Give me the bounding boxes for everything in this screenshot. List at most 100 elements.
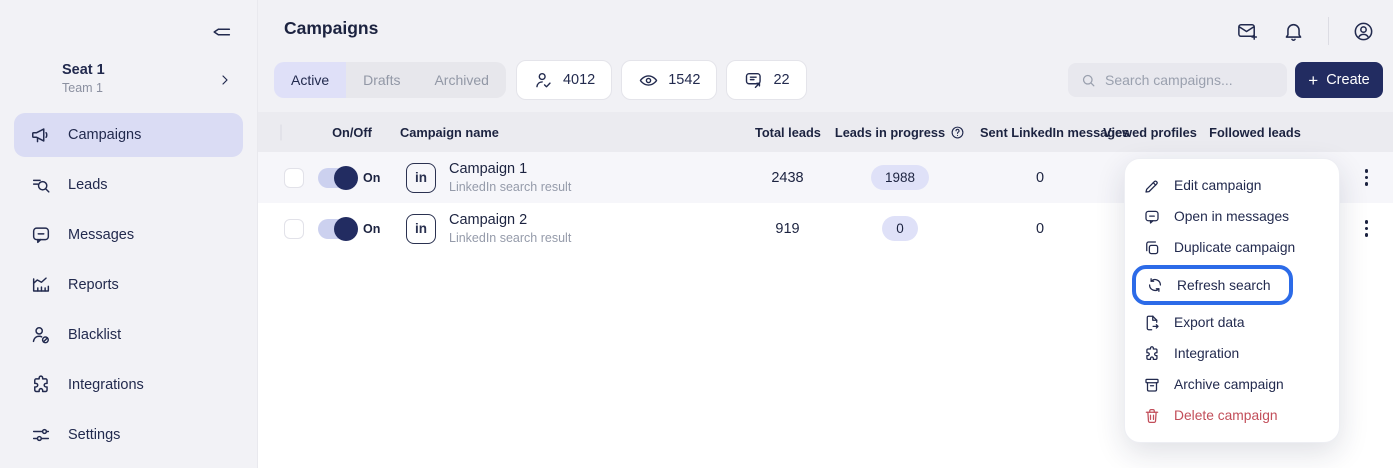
search-icon [1080, 72, 1097, 89]
sidebar-item-reports[interactable]: Reports [14, 263, 243, 307]
copy-icon [1143, 239, 1161, 257]
eye-icon [638, 70, 659, 91]
stat-value: 1542 [668, 72, 700, 88]
menu-item-archive-campaign[interactable]: Archive campaign [1125, 369, 1339, 400]
search-campaigns-box [1068, 63, 1287, 97]
stat-value: 4012 [563, 72, 595, 88]
sidebar-item-label: Messages [68, 227, 134, 243]
total-leads-value: 919 [755, 221, 820, 237]
menu-item-label: Refresh search [1177, 278, 1271, 293]
refresh-icon [1146, 276, 1164, 294]
trash-icon [1143, 407, 1161, 425]
help-question-icon[interactable] [950, 125, 965, 140]
campaigns-toolbar: Active Drafts Archived 4012 1542 [258, 60, 1393, 100]
search-list-icon [30, 174, 52, 196]
menu-item-label: Archive campaign [1174, 377, 1284, 392]
sidebar-item-label: Integrations [68, 377, 144, 393]
menu-item-export-data[interactable]: Export data [1125, 307, 1339, 338]
linkedin-icon: in [406, 214, 436, 244]
menu-item-label: Open in messages [1174, 209, 1289, 224]
create-button-label: Create [1326, 72, 1370, 88]
sidebar-item-blacklist[interactable]: Blacklist [14, 313, 243, 357]
menu-item-open-in-messages[interactable]: Open in messages [1125, 201, 1339, 232]
tab-label: Active [291, 72, 329, 88]
column-header-total-leads: Total leads [755, 125, 820, 140]
sidebar-item-leads[interactable]: Leads [14, 163, 243, 207]
message-out-icon [743, 70, 764, 91]
sidebar: Seat 1 Team 1 Campaigns Leads [0, 0, 258, 468]
menu-item-label: Integration [1174, 346, 1239, 361]
puzzle-icon [30, 374, 52, 396]
pencil-icon [1143, 177, 1161, 195]
stat-value: 22 [773, 72, 789, 88]
tab-archived[interactable]: Archived [417, 62, 505, 98]
column-header-viewed-profiles: Viewed profiles [1100, 125, 1200, 140]
leads-in-progress-badge: 0 [882, 216, 918, 241]
row-actions-kebab-icon[interactable] [1359, 163, 1375, 192]
user-blocked-icon [30, 324, 52, 346]
stat-chip-views[interactable]: 1542 [621, 60, 717, 100]
chat-bubble-icon [1143, 208, 1161, 226]
sidebar-item-integrations[interactable]: Integrations [14, 363, 243, 407]
app-window: Seat 1 Team 1 Campaigns Leads [0, 0, 1393, 468]
menu-item-integration[interactable]: Integration [1125, 338, 1339, 369]
stat-chips: 4012 1542 22 [516, 60, 807, 100]
tab-label: Drafts [363, 72, 400, 88]
tab-active[interactable]: Active [274, 62, 346, 98]
sidebar-item-campaigns[interactable]: Campaigns [14, 113, 243, 157]
row-checkbox[interactable] [284, 219, 304, 239]
menu-item-label: Edit campaign [1174, 178, 1261, 193]
stat-chip-leads[interactable]: 4012 [516, 60, 612, 100]
row-checkbox[interactable] [284, 168, 304, 188]
campaign-name[interactable]: Campaign 1 [449, 161, 571, 177]
sent-messages-value: 0 [980, 221, 1100, 237]
toggle-knob [334, 217, 358, 241]
sidebar-item-messages[interactable]: Messages [14, 213, 243, 257]
header-divider [1328, 17, 1329, 45]
chat-bubble-icon [30, 224, 52, 246]
profile-avatar-icon[interactable] [1352, 20, 1375, 43]
tab-drafts[interactable]: Drafts [346, 62, 417, 98]
toggle-state-label: On [363, 222, 380, 236]
seat-switcher[interactable]: Seat 1 Team 1 [62, 62, 241, 95]
column-header-onoff: On/Off [304, 125, 400, 140]
leads-in-progress-badge: 1988 [871, 165, 929, 190]
menu-item-refresh-search[interactable]: Refresh search [1136, 269, 1289, 301]
seat-title: Seat 1 [62, 62, 241, 78]
chart-icon [30, 274, 52, 296]
collapse-sidebar-button[interactable] [209, 19, 235, 45]
page-title: Campaigns [284, 18, 378, 39]
campaign-toggle[interactable] [318, 168, 356, 188]
table-header-row: On/Off Campaign name Total leads Leads i… [258, 112, 1393, 152]
export-file-icon [1143, 314, 1161, 332]
sidebar-item-label: Blacklist [68, 327, 121, 343]
menu-item-duplicate-campaign[interactable]: Duplicate campaign [1125, 232, 1339, 263]
new-message-icon[interactable] [1236, 20, 1259, 43]
sidebar-item-settings[interactable]: Settings [14, 413, 243, 457]
column-header-leads-in-progress: Leads in progress [835, 125, 945, 140]
campaign-toggle[interactable] [318, 219, 356, 239]
sent-messages-value: 0 [980, 170, 1100, 186]
tab-label: Archived [434, 72, 488, 88]
row-actions-kebab-icon[interactable] [1359, 214, 1375, 243]
sidebar-item-label: Settings [68, 427, 120, 443]
menu-item-delete-campaign[interactable]: Delete campaign [1125, 400, 1339, 431]
chevron-right-icon[interactable] [217, 72, 233, 88]
sidebar-item-label: Leads [68, 177, 108, 193]
campaign-name[interactable]: Campaign 2 [449, 212, 571, 228]
menu-item-edit-campaign[interactable]: Edit campaign [1125, 170, 1339, 201]
search-campaigns-input[interactable] [1105, 72, 1275, 88]
collapse-sidebar-icon [211, 21, 233, 43]
stat-chip-messages[interactable]: 22 [726, 60, 806, 100]
column-header-followed-leads: Followed leads [1200, 125, 1310, 140]
notifications-bell-icon[interactable] [1282, 20, 1305, 43]
sidebar-nav: Campaigns Leads Messages Reports [0, 110, 257, 460]
sidebar-item-label: Campaigns [68, 127, 141, 143]
seat-subtitle: Team 1 [62, 81, 241, 95]
megaphone-icon [30, 124, 52, 146]
create-campaign-button[interactable]: + Create [1295, 62, 1383, 98]
select-all-checkbox[interactable] [280, 124, 282, 141]
column-header-campaign-name: Campaign name [400, 125, 755, 140]
status-tabs: Active Drafts Archived [274, 62, 506, 98]
menu-item-label: Export data [1174, 315, 1245, 330]
